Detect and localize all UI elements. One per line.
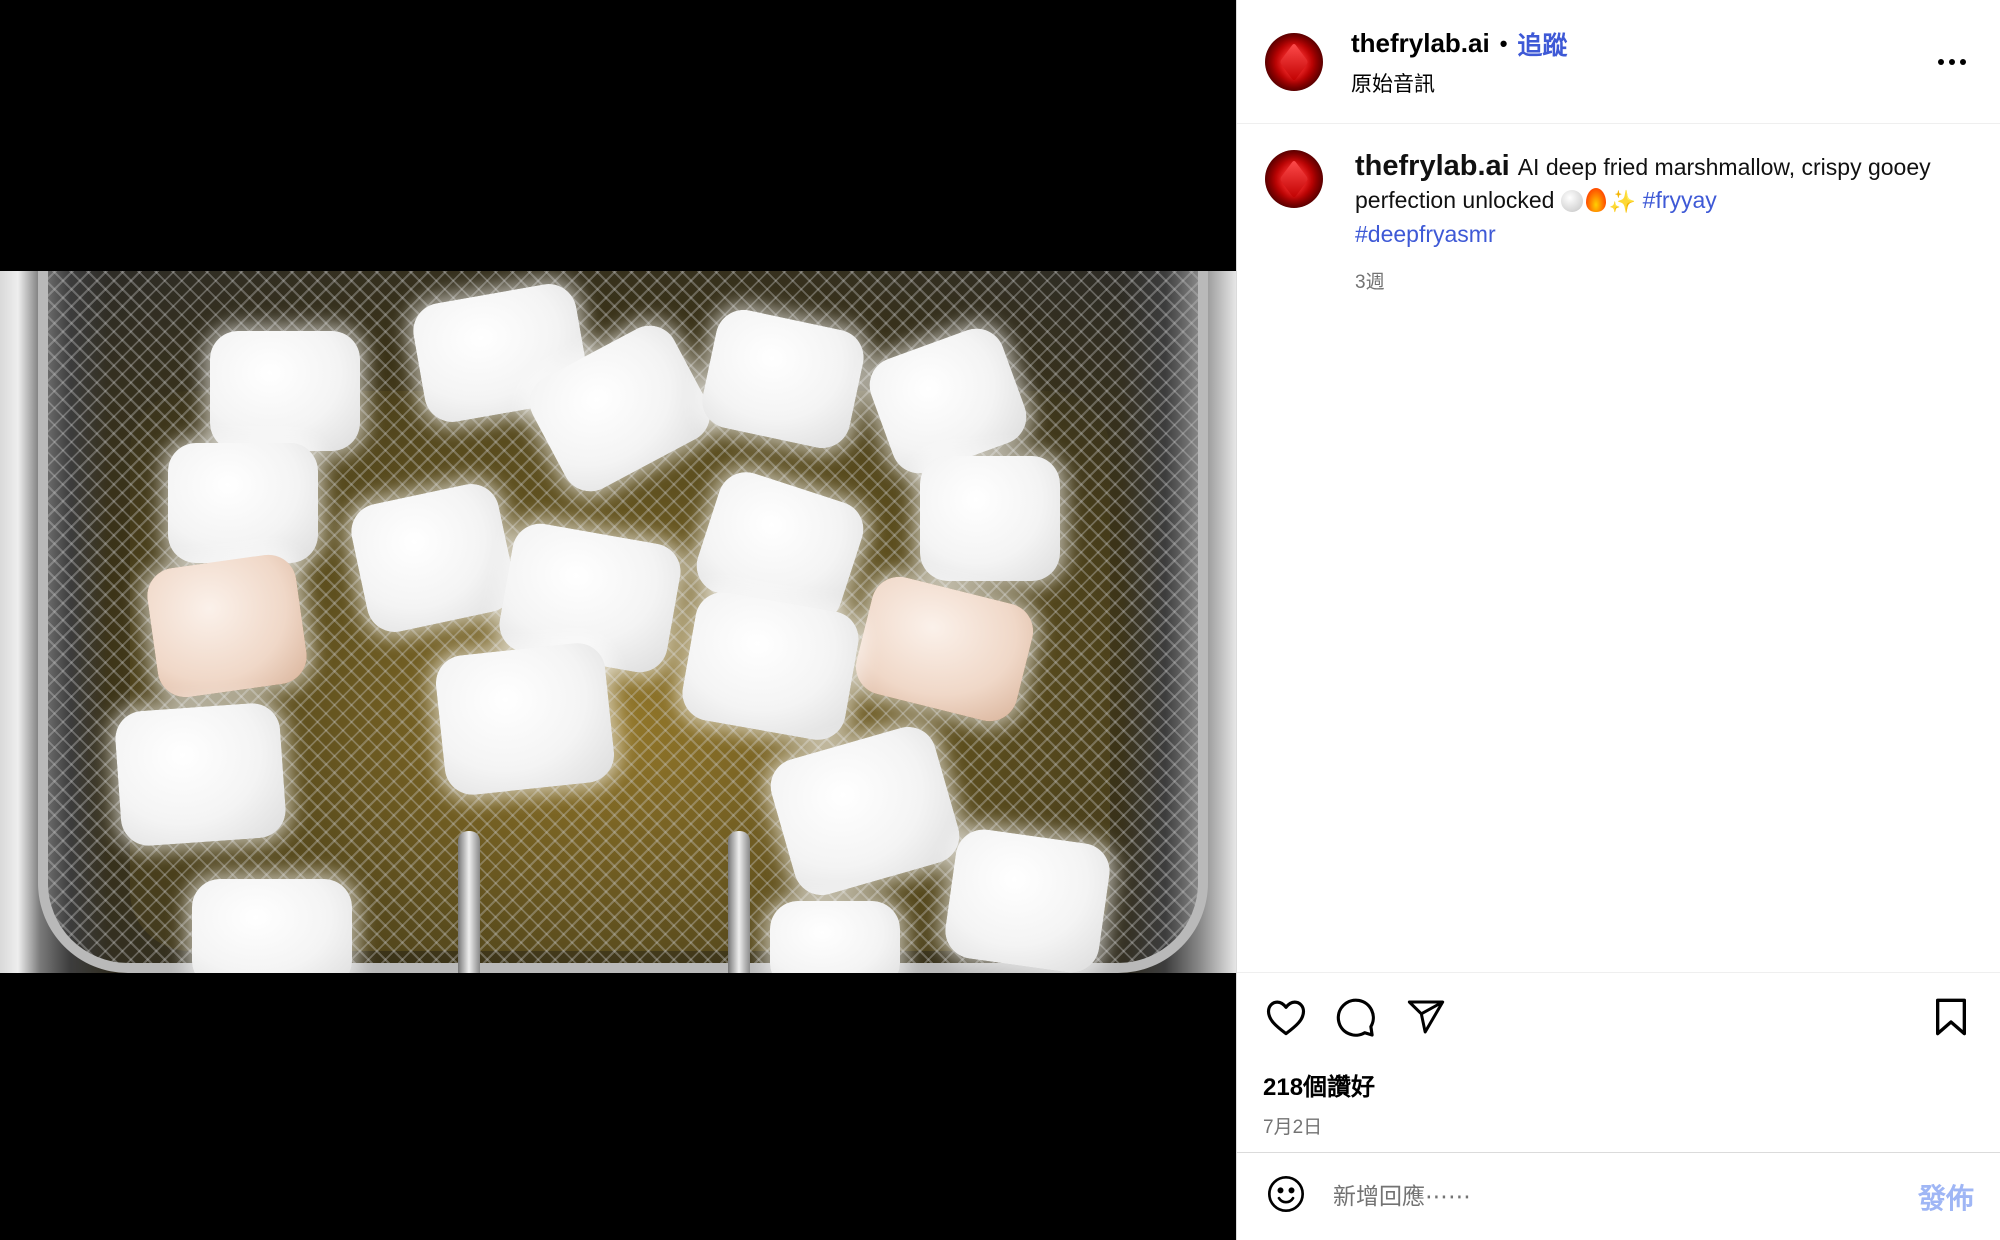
marshmallow: [168, 443, 318, 563]
caption-body: thefrylab.ai AI deep fried marshmallow, c…: [1355, 150, 1972, 251]
post-comment-button[interactable]: 發佈: [1918, 1177, 1974, 1217]
caption: thefrylab.ai AI deep fried marshmallow, c…: [1265, 150, 1972, 294]
basket-handle-left: [458, 831, 480, 973]
comment-input[interactable]: [1333, 1183, 1918, 1210]
share-button[interactable]: [1403, 996, 1449, 1042]
marshmallow: [770, 901, 900, 973]
caption-text-block: thefrylab.ai AI deep fried marshmallow, c…: [1355, 150, 1972, 294]
bookmark-icon: [1933, 997, 1969, 1042]
smiley-face-icon: [1266, 1174, 1306, 1219]
caption-author-link[interactable]: thefrylab.ai: [1355, 150, 1510, 182]
action-icon-row: [1263, 995, 1974, 1043]
heart-icon: [1265, 997, 1307, 1042]
save-button[interactable]: [1928, 996, 1974, 1042]
marshmallow: [920, 456, 1060, 581]
like-button[interactable]: [1263, 996, 1309, 1042]
post-sidebar: thefrylab.ai • 追蹤 原始音訊 thefrylab.ai AI de…: [1236, 0, 2000, 1240]
cube-logo-icon: [1279, 159, 1309, 199]
marshmallow: [210, 331, 360, 451]
comment-bubble-icon: [1335, 996, 1377, 1043]
hashtag-link[interactable]: #deepfryasmr: [1355, 221, 1496, 247]
more-horizontal-icon: [1937, 53, 1967, 71]
post-date: 7月2日: [1263, 1117, 1323, 1138]
marshmallow: [192, 879, 352, 973]
marshmallow: [113, 701, 288, 848]
caption-author-avatar[interactable]: [1265, 150, 1323, 208]
emoji-picker-button[interactable]: [1263, 1174, 1309, 1220]
post-header: thefrylab.ai • 追蹤 原始音訊: [1237, 0, 2000, 124]
marshmallow: [433, 640, 617, 798]
post-viewer: thefrylab.ai • 追蹤 原始音訊 thefrylab.ai AI de…: [0, 0, 2000, 1240]
sparkles-emoji-icon: ✨: [1608, 189, 1637, 215]
hashtag-link[interactable]: #fryyay: [1643, 187, 1717, 213]
caption-emojis: ✨: [1560, 185, 1637, 218]
header-meta: thefrylab.ai • 追蹤 原始音訊: [1351, 26, 1932, 98]
basket-handle-right: [728, 831, 750, 973]
post-actions: 218個讚好 7月2日: [1237, 972, 2000, 1152]
likes-count[interactable]: 218個讚好: [1263, 1067, 1974, 1102]
marshmallow: [941, 825, 1114, 973]
paper-plane-icon: [1405, 997, 1447, 1042]
video-player[interactable]: [0, 271, 1236, 973]
more-options-button[interactable]: [1932, 42, 1972, 82]
white-circle-emoji-icon: [1560, 190, 1583, 213]
comment-button[interactable]: [1333, 996, 1379, 1042]
audio-label-link[interactable]: 原始音訊: [1351, 68, 1932, 98]
caption-age: 3週: [1355, 272, 1385, 294]
author-avatar[interactable]: [1265, 32, 1323, 91]
fire-emoji-icon: [1585, 188, 1606, 213]
marshmallow-toasted: [143, 551, 311, 701]
comment-bar: 發佈: [1237, 1152, 2000, 1240]
cube-logo-icon: [1279, 42, 1309, 81]
author-username-link[interactable]: thefrylab.ai: [1351, 28, 1490, 59]
media-pane: [0, 0, 1236, 1240]
caption-area: thefrylab.ai AI deep fried marshmallow, c…: [1237, 124, 2000, 972]
follow-button[interactable]: 追蹤: [1517, 26, 1567, 62]
separator-dot: •: [1499, 30, 1508, 56]
